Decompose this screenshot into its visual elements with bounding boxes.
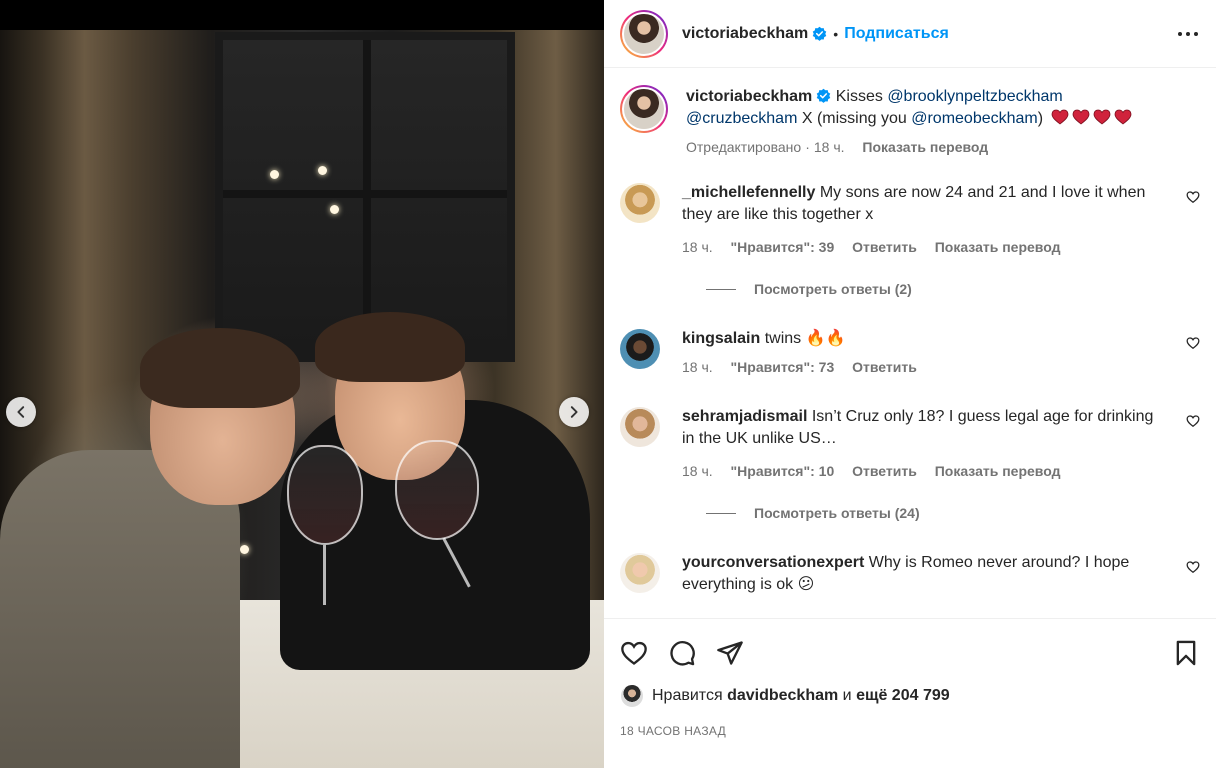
caption-text: Kisses [835, 88, 883, 105]
like-comment-heart-icon[interactable] [1186, 560, 1200, 574]
view-replies-button[interactable]: Посмотреть ответы (24) [690, 504, 1200, 522]
comment-meta: 18 ч. "Нравится": 39 Ответить Показать п… [682, 238, 1166, 256]
chevron-right-icon [570, 406, 578, 418]
edited-label: Отредактировано [686, 139, 802, 155]
likes-conjunction: и [842, 687, 852, 704]
caption-text: X (missing you [801, 110, 907, 127]
like-comment-heart-icon[interactable] [1186, 414, 1200, 428]
comment-text: twins 🔥🔥 [764, 330, 846, 347]
commenter-avatar[interactable] [620, 183, 660, 223]
share-icon[interactable] [716, 639, 744, 667]
likes-count[interactable]: ещё 204 799 [856, 686, 950, 706]
action-icons-row [620, 619, 1200, 687]
more-options-button[interactable] [1176, 31, 1200, 36]
verified-badge-icon [817, 88, 831, 103]
mention-link[interactable]: @romeobeckham [911, 110, 1038, 127]
media-top-bar [0, 0, 604, 30]
commenter-username[interactable]: _michellefennelly [682, 184, 815, 201]
post-side-panel: victoriabeckham • Подписаться victoriabe… [604, 0, 1216, 768]
ceiling-light [318, 166, 327, 175]
heart-icon[interactable] [620, 639, 648, 667]
caption-author-avatar[interactable] [620, 85, 668, 133]
commenter-username[interactable]: yourconversationexpert [682, 554, 864, 571]
more-icon [1178, 31, 1182, 36]
commenter-username[interactable]: sehramjadismail [682, 408, 807, 425]
header-separator: • [833, 25, 839, 42]
wine-glass [395, 440, 479, 540]
ceiling-light [270, 170, 279, 179]
reply-button[interactable]: Ответить [852, 239, 917, 255]
post-header: victoriabeckham • Подписаться [604, 0, 1216, 68]
ceiling-light [330, 205, 339, 214]
commenter-avatar[interactable] [620, 553, 660, 593]
reply-button[interactable]: Ответить [852, 359, 917, 375]
person-right-hair [315, 312, 465, 382]
person-left-hair [140, 328, 300, 408]
comment-item: sehramjadismail Isn’t Cruz only 18? I gu… [620, 406, 1200, 480]
caption-time[interactable]: 18 ч. [814, 139, 845, 155]
post-timestamp[interactable]: 18 ЧАСОВ НАЗАД [620, 724, 1200, 738]
post-actions: Нравится davidbeckham и ещё 204 799 18 Ч… [604, 618, 1216, 738]
comment-item: _michellefennelly My sons are now 24 and… [620, 182, 1200, 256]
comment-likes[interactable]: "Нравится": 10 [731, 463, 835, 479]
follow-button[interactable]: Подписаться [844, 25, 949, 43]
carousel-prev-button[interactable] [6, 397, 36, 427]
chevron-left-icon [17, 406, 25, 418]
translate-button[interactable]: Показать перевод [935, 239, 1061, 255]
caption-username[interactable]: victoriabeckham [686, 88, 812, 105]
like-comment-heart-icon[interactable] [1186, 190, 1200, 204]
mention-link[interactable]: @brooklynpeltzbeckham [887, 88, 1062, 105]
comments-list[interactable]: victoriabeckham Kisses @brooklynpeltzbec… [604, 68, 1216, 618]
heart-emoji-icon [1072, 109, 1089, 125]
caption-text: ) [1037, 110, 1044, 127]
heart-emoji-icon [1051, 109, 1068, 125]
commenter-username[interactable]: kingsalain [682, 330, 760, 347]
post-caption: victoriabeckham Kisses @brooklynpeltzbec… [620, 85, 1200, 156]
post-media [0, 0, 604, 768]
likes-prefix: Нравится [652, 687, 723, 704]
likes-summary[interactable]: Нравится davidbeckham и ещё 204 799 [620, 684, 1200, 708]
window-background [215, 32, 515, 362]
wine-glass-stem [323, 545, 326, 605]
translate-button[interactable]: Показать перевод [862, 139, 988, 155]
comment-likes[interactable]: "Нравится": 73 [731, 359, 835, 375]
comment-meta: 18 ч. "Нравится": 73 Ответить [682, 358, 1166, 376]
comment-item: yourconversationexpert Why is Romeo neve… [620, 552, 1200, 596]
author-username[interactable]: victoriabeckham [682, 25, 808, 43]
comment-time[interactable]: 18 ч. [682, 359, 713, 375]
comment-time[interactable]: 18 ч. [682, 239, 713, 255]
wine-glass [287, 445, 363, 545]
liker-avatar [620, 684, 644, 708]
comment-meta: 18 ч. "Нравится": 10 Ответить Показать п… [682, 462, 1166, 480]
mention-link[interactable]: @cruzbeckham [686, 110, 797, 127]
reply-button[interactable]: Ответить [852, 463, 917, 479]
replies-divider [706, 512, 736, 514]
view-replies-button[interactable]: Посмотреть ответы (2) [690, 280, 1200, 298]
commenter-avatar[interactable] [620, 407, 660, 447]
ceiling-light [240, 545, 249, 554]
comment-icon[interactable] [668, 639, 696, 667]
like-comment-heart-icon[interactable] [1186, 336, 1200, 350]
comment-time[interactable]: 18 ч. [682, 463, 713, 479]
commenter-avatar[interactable] [620, 329, 660, 369]
bookmark-icon[interactable] [1172, 639, 1200, 667]
liker-username[interactable]: davidbeckham [727, 686, 838, 706]
carousel-next-button[interactable] [559, 397, 589, 427]
comment-item: kingsalain twins 🔥🔥 18 ч. "Нравится": 73… [620, 328, 1200, 376]
caption-meta: Отредактировано · 18 ч. Показать перевод [686, 139, 989, 155]
verified-badge-icon [813, 26, 827, 41]
heart-emoji-icon [1093, 109, 1110, 125]
author-avatar[interactable] [620, 9, 668, 58]
replies-divider [706, 288, 736, 290]
view-replies-label: Посмотреть ответы (2) [754, 281, 912, 297]
heart-emoji-icon [1114, 109, 1131, 125]
translate-button[interactable]: Показать перевод [935, 463, 1061, 479]
view-replies-label: Посмотреть ответы (24) [754, 505, 920, 521]
comment-likes[interactable]: "Нравится": 39 [731, 239, 835, 255]
